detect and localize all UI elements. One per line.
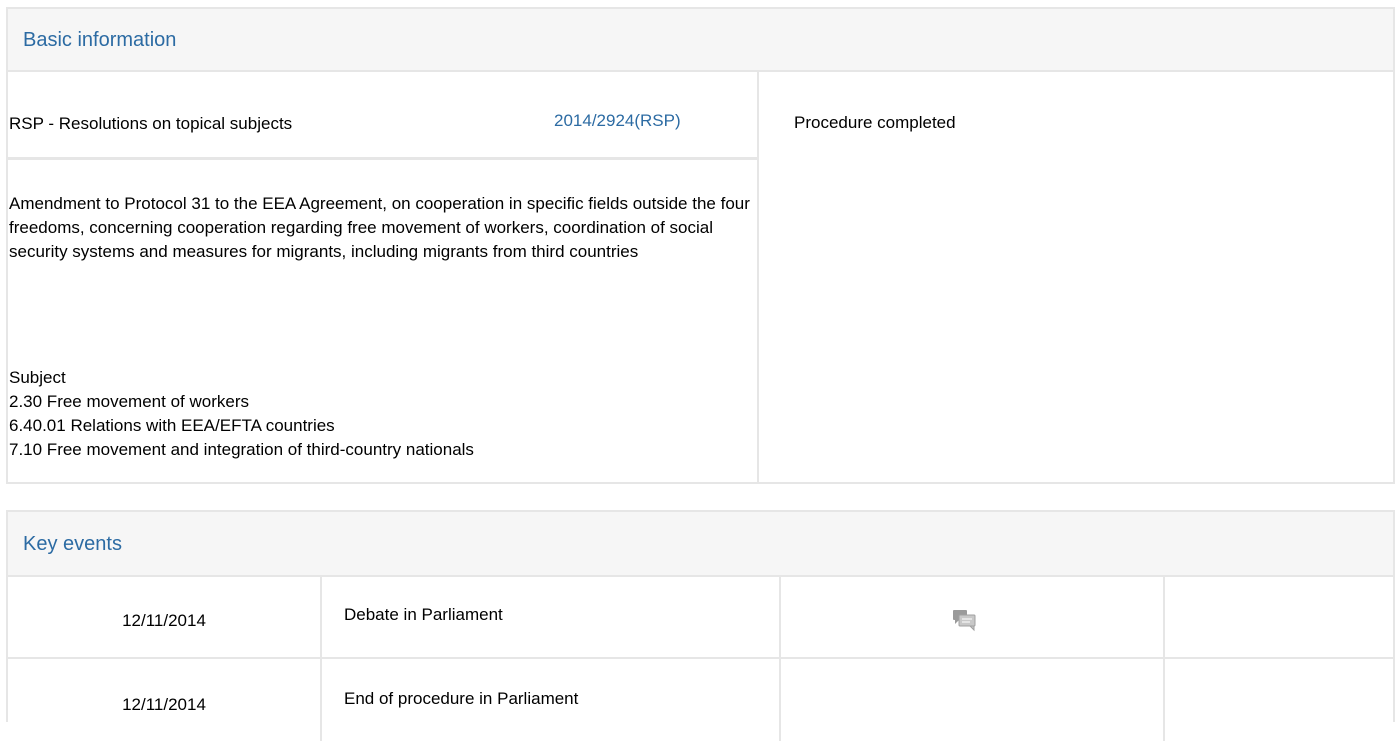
event-name-cell: Debate in Parliament (322, 575, 781, 657)
basic-information-panel: Basic information RSP - Resolutions on t… (6, 7, 1395, 484)
event-date-cell: 12/11/2014 (8, 659, 322, 741)
key-events-heading: Key events (8, 512, 1393, 577)
basic-information-heading: Basic information (8, 9, 1393, 72)
subject-label: Subject (9, 368, 66, 387)
event-date-cell: 12/11/2014 (8, 575, 322, 657)
subject-item: 6.40.01 Relations with EEA/EFTA countrie… (9, 416, 335, 435)
key-events-panel: Key events 12/11/2014 Debate in Parliame… (6, 510, 1395, 741)
procedure-type: RSP - Resolutions on topical subjects (9, 114, 293, 133)
event-doc-cell (781, 659, 1165, 741)
event-row: 12/11/2014 End of procedure in Parliamen… (8, 659, 1393, 741)
event-row: 12/11/2014 Debate in Parliament (8, 575, 1393, 657)
procedure-status: Procedure completed (794, 113, 956, 132)
event-date: 12/11/2014 (122, 695, 206, 714)
procedure-title: Amendment to Protocol 31 to the EEA Agre… (9, 194, 750, 261)
procedure-details: RSP - Resolutions on topical subjects 20… (8, 70, 759, 482)
event-name: End of procedure in Parliament (344, 689, 579, 708)
subject-item: 7.10 Free movement and integration of th… (9, 440, 474, 459)
subject-item: 2.30 Free movement of workers (9, 392, 249, 411)
subject-list: Subject 2.30 Free movement of workers 6.… (9, 366, 474, 462)
event-name-cell: End of procedure in Parliament (322, 659, 781, 741)
event-date: 12/11/2014 (122, 611, 206, 630)
debate-icon[interactable] (952, 609, 978, 633)
procedure-reference-link[interactable]: 2014/2924(RSP) (554, 111, 681, 131)
event-doc-cell (781, 575, 1165, 657)
divider (8, 157, 757, 160)
event-name: Debate in Parliament (344, 605, 503, 624)
